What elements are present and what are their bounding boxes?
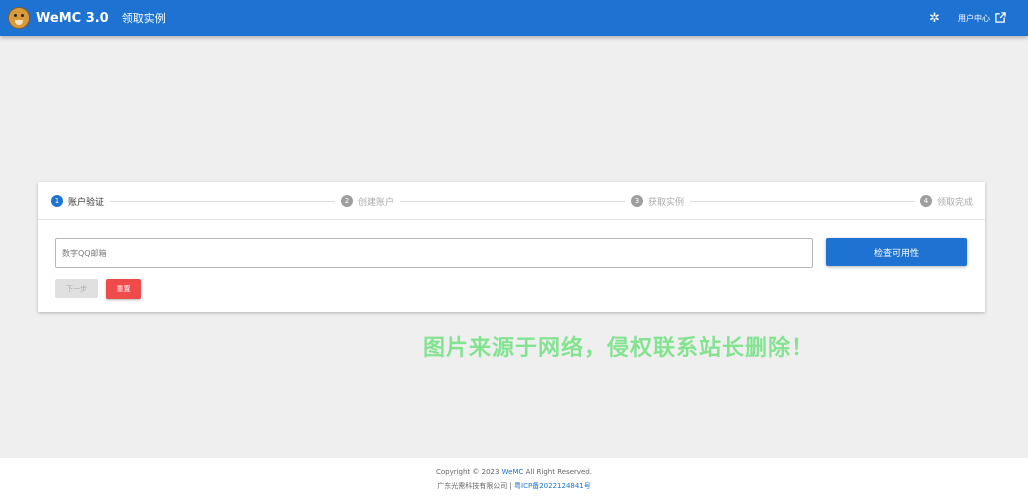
gear-icon[interactable]: ✲: [929, 11, 940, 26]
step-connector: [400, 201, 625, 202]
qq-email-field-wrapper: [55, 238, 813, 268]
stepper: 1 账户验证 2 创建账户 3 获取实例 4 领取完成: [38, 182, 985, 220]
step-label: 账户验证: [68, 197, 105, 208]
step-number: 4: [920, 195, 932, 207]
icp-link[interactable]: 粤ICP备2022124841号: [514, 482, 591, 490]
step-label: 领取完成: [937, 197, 974, 208]
copyright-prefix: Copyright © 2023: [435, 468, 502, 476]
claim-instance-card: 1 账户验证 2 创建账户 3 获取实例 4 领取完成 检查可用性 下一步 重置: [38, 182, 985, 312]
top-right-actions: ✲ 用户中心: [929, 0, 1007, 36]
reset-button[interactable]: 重置: [106, 279, 141, 299]
step-connector: [110, 201, 335, 202]
qq-email-input[interactable]: [56, 239, 812, 267]
brand-title[interactable]: WeMC 3.0: [36, 11, 109, 26]
step-account-verify: 1 账户验证: [51, 194, 105, 208]
step-number: 2: [341, 195, 353, 207]
user-center-link[interactable]: 用户中心: [958, 11, 1007, 25]
step-label: 获取实例: [648, 197, 685, 208]
user-center-label: 用户中心: [958, 13, 990, 23]
brand-link[interactable]: WeMC: [502, 468, 524, 476]
page-title: 领取实例: [121, 12, 166, 25]
footer: Copyright © 2023 WeMC All Right Reserved…: [0, 458, 1028, 500]
step-label: 创建账户: [358, 197, 395, 208]
copyright-suffix: All Right Reserved.: [523, 468, 593, 476]
step-connector: [690, 201, 915, 202]
watermark-text: 图片来源于网络，侵权联系站长删除！: [423, 336, 815, 361]
step-number: 1: [51, 195, 63, 207]
copyright-line: Copyright © 2023 WeMC All Right Reserved…: [0, 468, 1028, 476]
external-link-icon: [995, 11, 1007, 25]
company-line: 广东光需科技有限公司 | 粤ICP备2022124841号: [0, 481, 1028, 491]
check-availability-button[interactable]: 检查可用性: [826, 238, 967, 266]
step-get-instance: 3 获取实例: [631, 194, 685, 208]
top-app-bar: WeMC 3.0 领取实例 ✲ 用户中心: [0, 0, 1028, 36]
step-create-account: 2 创建账户: [341, 194, 395, 208]
company-name: 广东光需科技有限公司 |: [437, 482, 515, 490]
step-number: 3: [631, 195, 643, 207]
step-complete: 4 领取完成: [920, 194, 974, 208]
dog-logo-icon[interactable]: [8, 7, 30, 29]
next-step-button[interactable]: 下一步: [55, 279, 98, 298]
